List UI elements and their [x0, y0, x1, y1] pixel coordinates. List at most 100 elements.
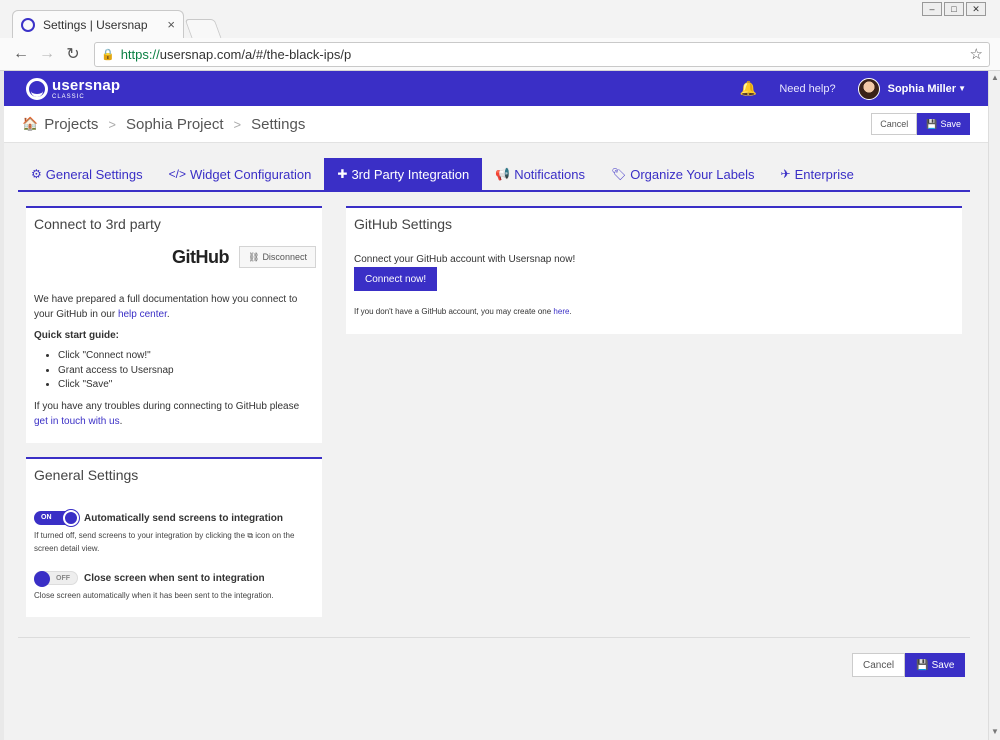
github-description: Connect your GitHub account with Usersna… [354, 254, 576, 265]
breadcrumb-separator-icon: > [108, 116, 116, 132]
logo-subtitle: CLASSIC [52, 93, 85, 100]
general-settings-title: General Settings [34, 467, 139, 483]
url-path: usersnap.com/a/#/the-black-ips/p [159, 46, 352, 62]
logo-word: usersnap [52, 76, 121, 94]
tab-organize-labels[interactable]: 🏷 Organize Your Labels [598, 158, 768, 190]
breadcrumb-separator-icon: > [233, 116, 242, 132]
tab-notifications[interactable]: 📢 Notifications [482, 158, 598, 190]
breadcrumb: 🏠 Projects > Sophia Project > Settings C… [4, 106, 988, 143]
plane-icon: ✈ [780, 167, 791, 181]
close-screen-label: Close screen when sent to integration [84, 572, 265, 584]
close-screen-toggle[interactable]: OFF [34, 571, 78, 587]
auto-send-description: If turned off, send screens to your inte… [26, 529, 322, 555]
tab-general-settings[interactable]: ⚙ General Settings [18, 158, 156, 190]
new-tab-button[interactable] [184, 19, 222, 38]
usersnap-favicon-icon [21, 17, 35, 32]
unlink-icon: ⛓ [248, 251, 260, 262]
create-account-link[interactable]: here [553, 307, 569, 316]
avatar[interactable] [857, 77, 880, 100]
bell-icon[interactable]: 🔔 [740, 80, 757, 97]
breadcrumb-projects[interactable]: Projects [44, 116, 98, 133]
address-bar[interactable]: 🔒 https://usersnap.com/a/#/the-black-ips… [94, 41, 990, 67]
github-settings-title: GitHub Settings [354, 216, 453, 232]
content-divider [18, 637, 970, 638]
save-label: Save [931, 659, 955, 671]
user-menu[interactable]: Sophia Miller [888, 83, 956, 95]
forward-arrow-icon[interactable]: → [36, 45, 58, 63]
floppy-disk-icon: 💾 [916, 659, 929, 671]
breadcrumb-project[interactable]: Sophia Project [126, 116, 224, 133]
trouble-end: . [119, 415, 123, 427]
trouble-text: If you have any troubles during connecti… [26, 399, 322, 429]
tags-icon: 🏷 [611, 167, 627, 181]
need-help-link[interactable]: Need help? [779, 83, 835, 95]
disconnect-button[interactable]: ⛓ Disconnect [239, 246, 316, 268]
header-save-button[interactable]: 💾 Save [917, 113, 970, 135]
help-center-link[interactable]: help center [118, 309, 167, 320]
scroll-up-icon[interactable]: ▲ [991, 73, 999, 82]
tab-enterprise[interactable]: ✈ Enterprise [768, 158, 867, 190]
tab-label: Widget Configuration [189, 166, 312, 182]
intro-end: . [166, 309, 170, 320]
list-item: Click "Save" [58, 378, 322, 393]
tab-widget-configuration[interactable]: </> Widget Configuration [156, 158, 325, 190]
auto-send-toggle[interactable]: ON [34, 510, 79, 526]
auto-send-label: Automatically send screens to integratio… [84, 512, 283, 524]
breadcrumb-settings: Settings [251, 115, 306, 133]
close-screen-description: Close screen automatically when it has b… [34, 591, 274, 600]
back-arrow-icon[interactable]: ← [10, 45, 32, 63]
github-logo: GitHub [172, 246, 230, 267]
close-tab-icon[interactable]: × [167, 17, 175, 32]
toggle-state: OFF [56, 575, 70, 582]
browser-toolbar: ← → ↻ 🔒 https://usersnap.com/a/#/the-bla… [0, 38, 1000, 71]
header-cancel-button[interactable]: Cancel [871, 113, 918, 135]
tab-label: 3rd Party Integration [351, 166, 470, 182]
caret-down-icon[interactable]: ▼ [958, 84, 966, 93]
megaphone-icon: 📢 [495, 167, 511, 181]
header-save-label: Save [940, 119, 961, 129]
connect-now-button[interactable]: Connect now! [354, 267, 438, 291]
window-controls: – □ ✕ [922, 2, 986, 16]
settings-content: ⚙ General Settings </> Widget Configuratio… [4, 143, 988, 740]
tab-label: Notifications [514, 166, 585, 182]
toggle-state: ON [41, 514, 52, 521]
url-text: https://usersnap.com/a/#/the-black-ips/p [121, 47, 970, 62]
scroll-down-icon[interactable]: ▼ [991, 727, 999, 736]
home-icon[interactable]: 🏠 [22, 116, 38, 132]
connect-panel-title: Connect to 3rd party [34, 216, 161, 232]
url-scheme: https:// [120, 46, 160, 62]
desc-pre: If turned off, send screens to your inte… [34, 531, 248, 540]
tab-label: General Settings [45, 166, 143, 182]
note-end: . [569, 307, 572, 316]
tab-3rd-party-integration[interactable]: ✚ 3rd Party Integration [324, 158, 483, 190]
toggle-knob [34, 571, 50, 587]
browser-tab[interactable]: Settings | Usersnap × [12, 10, 184, 38]
list-item: Click "Connect now!" [58, 349, 322, 364]
browser-tabstrip: Settings | Usersnap × – □ ✕ [0, 0, 1000, 38]
close-window-icon[interactable]: ✕ [966, 2, 986, 16]
tab-label: Enterprise [794, 166, 854, 182]
get-in-touch-link[interactable]: get in touch with us [34, 416, 120, 427]
connect-intro: We have prepared a full documentation ho… [26, 292, 322, 322]
save-button[interactable]: 💾 Save [905, 653, 966, 677]
reload-icon[interactable]: ↻ [62, 44, 84, 64]
bookmark-star-icon[interactable]: ☆ [970, 45, 983, 63]
connect-panel: Connect to 3rd party GitHub ⛓ Disconnect … [26, 206, 322, 443]
usersnap-logo-icon [26, 77, 48, 100]
lock-icon: 🔒 [101, 48, 115, 61]
page-scrollbar[interactable]: ▲ ▼ [988, 71, 1000, 740]
floppy-disk-icon: 💾 [926, 118, 938, 129]
github-note: If you don't have a GitHub account, you … [346, 307, 962, 316]
usersnap-logo[interactable]: usersnap CLASSIC [26, 76, 121, 100]
tab-label: Organize Your Labels [630, 166, 755, 182]
trouble-pre: If you have any troubles during connecti… [34, 400, 300, 412]
disconnect-label: Disconnect [262, 252, 307, 262]
app-header: usersnap CLASSIC 🔔 Need help? Sophia Mil… [4, 71, 988, 106]
minimize-icon[interactable]: – [922, 2, 942, 16]
quick-start-list: Click "Connect now!" Grant access to Use… [26, 349, 322, 393]
cancel-button[interactable]: Cancel [852, 653, 906, 677]
settings-tabs: ⚙ General Settings </> Widget Configuratio… [18, 158, 970, 192]
github-settings-panel: GitHub Settings Connect your GitHub acco… [346, 206, 962, 334]
maximize-icon[interactable]: □ [944, 2, 964, 16]
toggle-knob [63, 510, 79, 526]
